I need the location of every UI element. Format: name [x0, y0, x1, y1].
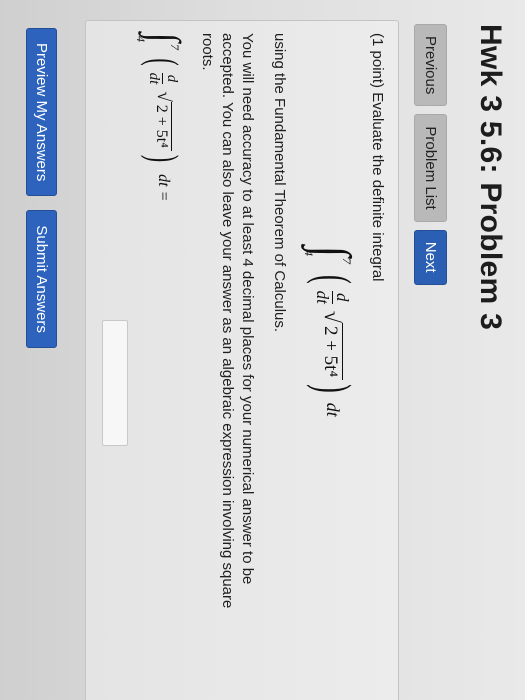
definite-integral: ∫ 7 4 ( d dt √ 2 + 5t⁴ ) dt: [302, 246, 362, 417]
derivative-operator: d dt: [313, 290, 352, 304]
answer-square-root: √ 2 + 5t⁴: [152, 91, 174, 151]
square-root: √ 2 + 5t⁴: [319, 310, 346, 381]
right-paren: ): [305, 384, 361, 393]
answer-derivative-operator: d dt: [146, 72, 181, 85]
fraction-bar: [332, 290, 333, 304]
answer-derivative-denominator: dt: [146, 72, 163, 85]
answer-integral: ∫ 7 4 ( d dt √ 2 + 5t⁴ ) dt =: [134, 33, 188, 202]
differential: dt: [323, 402, 343, 417]
lower-limit: 4: [302, 250, 316, 256]
preview-answers-button[interactable]: Preview My Answers: [26, 28, 57, 197]
problem-panel: (1 point) Evaluate the definite integral…: [85, 20, 399, 700]
derivative-numerator: d: [333, 293, 352, 302]
photo-canvas: Hwk 3 5.6: Problem 3 Previous Problem Li…: [0, 0, 525, 700]
theorem-note: using the Fundamental Theorem of Calculu…: [271, 33, 288, 333]
answer-derivative-numerator: d: [164, 74, 181, 83]
answer-radical-sign: √: [153, 91, 174, 102]
upper-limit: 7: [340, 258, 354, 264]
answer-right-paren: ): [140, 154, 188, 163]
instructions-line-1: You will need accuracy to at least 4 dec…: [239, 33, 256, 585]
answer-left-paren: (: [140, 58, 188, 66]
answer-actions: Preview My Answers Submit Answers: [26, 28, 57, 348]
instructions-line-2: accepted. You can also leave your answer…: [219, 33, 236, 609]
page-title: Hwk 3 5.6: Problem 3: [474, 24, 507, 331]
submit-answers-button[interactable]: Submit Answers: [26, 210, 57, 348]
answer-input[interactable]: [102, 320, 128, 446]
answer-upper-limit: 7: [168, 44, 182, 50]
problem-list-button[interactable]: Problem List: [414, 114, 447, 222]
answer-lower-limit: 4: [134, 36, 148, 42]
radicand: 2 + 5t⁴: [319, 322, 344, 381]
instructions-line-3: roots.: [199, 33, 216, 71]
problem-navigation: Previous Problem List Next: [414, 24, 447, 285]
previous-button[interactable]: Previous: [414, 24, 447, 107]
left-paren: (: [305, 274, 361, 284]
answer-radicand: 2 + 5t⁴: [152, 101, 172, 151]
answer-fraction-bar: [162, 72, 164, 85]
next-button[interactable]: Next: [414, 229, 447, 285]
answer-equals: dt =: [155, 174, 172, 202]
problem-intro: (1 point) Evaluate the definite integral: [369, 33, 386, 282]
homework-page: Hwk 3 5.6: Problem 3 Previous Problem Li…: [0, 0, 525, 700]
derivative-denominator: dt: [313, 290, 332, 304]
radical-sign: √: [320, 310, 346, 323]
